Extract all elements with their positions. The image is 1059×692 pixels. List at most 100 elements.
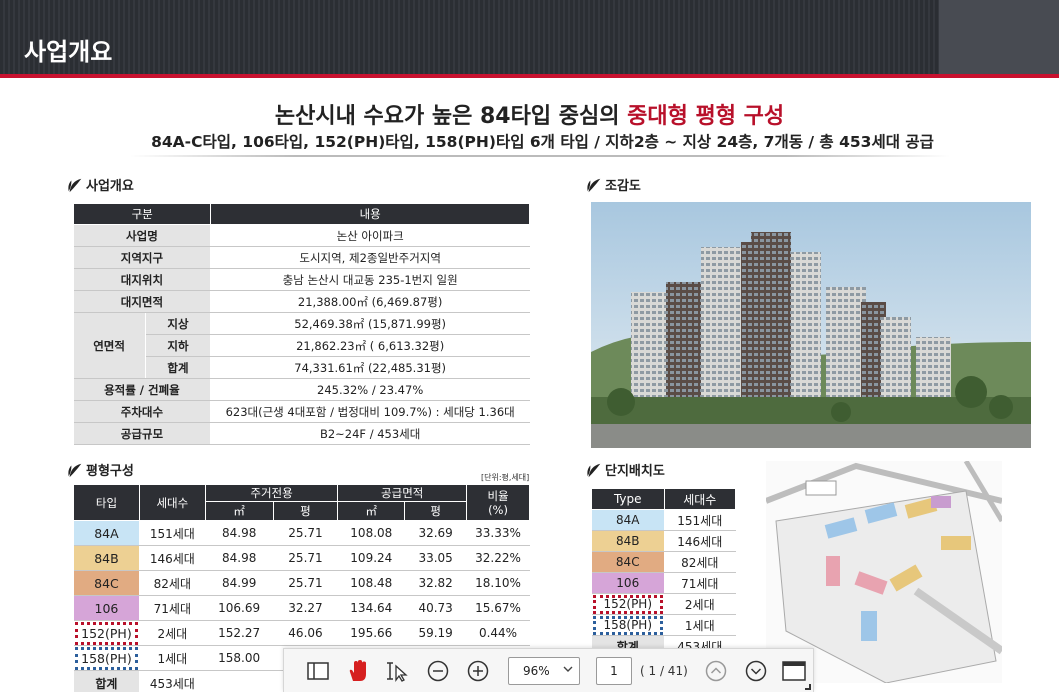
type-cell: 84C xyxy=(73,570,140,596)
type-cell: 152(PH) xyxy=(591,593,665,615)
units-cell: 151세대 xyxy=(664,509,736,531)
row-label: 공급규모 xyxy=(73,422,212,445)
sidebar-toggle-icon[interactable] xyxy=(306,659,330,683)
supply-sqm-cell: 134.64 xyxy=(337,595,405,621)
supply-pyeong-cell: 40.73 xyxy=(404,595,467,621)
row-value: 논산 아이파크 xyxy=(210,224,530,247)
row-value: 21,388.00㎡ (6,469.87평) xyxy=(210,290,530,313)
types-header-row: 타입 세대수 주거전용 공급면적 비율 (%) xyxy=(73,483,530,521)
table-row: 152(PH) 2세대 152.27 46.06 195.66 59.19 0.… xyxy=(73,620,530,646)
supply-sqm-cell: 108.48 xyxy=(337,570,405,596)
row-value: 21,862.23㎡ ( 6,613.32평) xyxy=(210,334,530,357)
private-pyeong-cell: 25.71 xyxy=(273,520,338,546)
type-cell: 106 xyxy=(73,595,140,621)
types-header-supply: 공급면적 xyxy=(337,483,468,503)
ratio-cell: 18.10% xyxy=(466,570,530,596)
type-cell: 158(PH) xyxy=(591,614,665,636)
ratio-cell: 32.22% xyxy=(466,545,530,571)
private-sqm-cell: 152.27 xyxy=(205,620,274,646)
leaf-icon xyxy=(68,463,82,477)
table-row: 대지위치 충남 논산시 대교동 235-1번지 일원 xyxy=(73,268,530,291)
supply-pyeong-cell: 33.05 xyxy=(404,545,467,571)
floor-area-label: 연면적 xyxy=(73,312,146,379)
overview-header-content: 내용 xyxy=(210,203,530,225)
zoom-in-icon[interactable] xyxy=(466,659,490,683)
table-row: 84A 151세대 84.98 25.71 108.08 32.69 33.33… xyxy=(73,520,530,546)
units-cell: 146세대 xyxy=(664,530,736,552)
table-row: 106 71세대 106.69 32.27 134.64 40.73 15.67… xyxy=(73,595,530,621)
units-cell: 2세대 xyxy=(664,593,736,615)
layout-section-title: 단지배치도 xyxy=(585,460,665,479)
table-row: 84A 151세대 xyxy=(591,509,736,531)
type-cell: 84C xyxy=(591,551,665,573)
private-pyeong-cell: 25.71 xyxy=(273,570,338,596)
private-pyeong-cell: 25.71 xyxy=(273,545,338,571)
row-label: 사업명 xyxy=(73,224,212,247)
row-value: B2~24F / 453세대 xyxy=(210,422,530,445)
table-row: 대지면적 21,388.00㎡ (6,469.87평) xyxy=(73,290,530,313)
aerial-section-title: 조감도 xyxy=(585,175,641,194)
viewer-toolbar: 96% 1 ( 1 / 41) xyxy=(283,648,814,692)
overview-table: 구분 내용 사업명 논산 아이파크 지역지구 도시지역, 제2종일반주거지역 대… xyxy=(72,203,530,445)
table-row: 주차대수 623대(근생 4대포함 / 법정대비 109.7%) : 세대당 1… xyxy=(73,400,530,423)
page-number-input[interactable]: 1 xyxy=(596,657,632,685)
row-sublabel: 지상 xyxy=(145,312,212,335)
types-header-units: 세대수 xyxy=(138,484,206,521)
units-cell: 82세대 xyxy=(139,570,206,596)
row-label: 지역지구 xyxy=(73,246,212,269)
supply-pyeong-cell: 32.69 xyxy=(404,520,467,546)
hero-title-accent: 중대형 평형 구성 xyxy=(627,104,785,129)
layout-section-label: 단지배치도 xyxy=(605,464,665,479)
leaf-icon xyxy=(68,178,82,192)
overview-section-title: 사업개요 xyxy=(66,175,134,194)
row-sublabel: 지하 xyxy=(145,334,212,357)
table-row: 연면적 지상 52,469.38㎡ (15,871.99평) xyxy=(73,312,530,379)
row-value: 52,469.38㎡ (15,871.99평) xyxy=(210,312,530,335)
zoom-out-icon[interactable] xyxy=(426,659,450,683)
table-row: 사업명 논산 아이파크 xyxy=(73,224,530,247)
header-fade xyxy=(939,0,1059,74)
units-cell: 82세대 xyxy=(664,551,736,573)
type-cell: 158(PH) xyxy=(73,645,140,671)
units-cell: 1세대 xyxy=(139,645,206,671)
table-row: 84B 146세대 xyxy=(591,530,736,552)
zoom-select[interactable]: 96% xyxy=(508,657,580,685)
layout-header-units: 세대수 xyxy=(663,488,737,510)
private-sqm-cell: 106.69 xyxy=(205,595,274,621)
row-label: 주차대수 xyxy=(73,400,212,423)
types-header-sqm: ㎡ xyxy=(337,501,406,521)
aerial-rendering-image xyxy=(591,202,1031,448)
type-cell: 84A xyxy=(73,520,140,546)
row-value: 74,331.61㎡ (22,485.31평) xyxy=(210,356,530,379)
supply-sqm-cell: 108.08 xyxy=(337,520,405,546)
units-cell: 151세대 xyxy=(139,520,206,546)
types-header-ratio: 비율 (%) xyxy=(466,484,530,521)
private-sqm-cell: 84.99 xyxy=(205,570,274,596)
supply-sqm-cell: 195.66 xyxy=(337,620,405,646)
leaf-icon xyxy=(587,178,601,192)
layout-header-type: Type xyxy=(591,488,665,510)
ratio-cell: 15.67% xyxy=(466,595,530,621)
types-header-private: 주거전용 xyxy=(204,483,339,503)
overview-section-label: 사업개요 xyxy=(86,179,134,194)
row-label: 용적률 / 건폐율 xyxy=(73,378,212,401)
types-header-type: 타입 xyxy=(73,484,140,521)
aerial-section-label: 조감도 xyxy=(605,179,641,194)
chevron-down-icon xyxy=(563,664,573,677)
type-cell: 84B xyxy=(73,545,140,571)
ratio-cell: 0.44% xyxy=(466,620,530,646)
hand-tool-icon[interactable] xyxy=(346,659,370,683)
presentation-icon[interactable] xyxy=(782,659,806,683)
total-label: 합계 xyxy=(73,670,140,692)
unit-note: [단위:평,세대] xyxy=(481,473,530,482)
units-cell: 1세대 xyxy=(664,614,736,636)
hero-divider xyxy=(130,155,950,157)
row-value: 245.32% / 23.47% xyxy=(210,378,530,401)
table-row: 106 71세대 xyxy=(591,572,736,594)
overview-header-category: 구분 xyxy=(72,203,212,225)
next-page-icon[interactable] xyxy=(744,659,768,683)
previous-page-icon[interactable] xyxy=(704,659,728,683)
resize-handle-icon[interactable] xyxy=(805,684,811,690)
select-tool-icon[interactable] xyxy=(386,659,410,683)
types-section-label: 평형구성 xyxy=(86,464,134,479)
